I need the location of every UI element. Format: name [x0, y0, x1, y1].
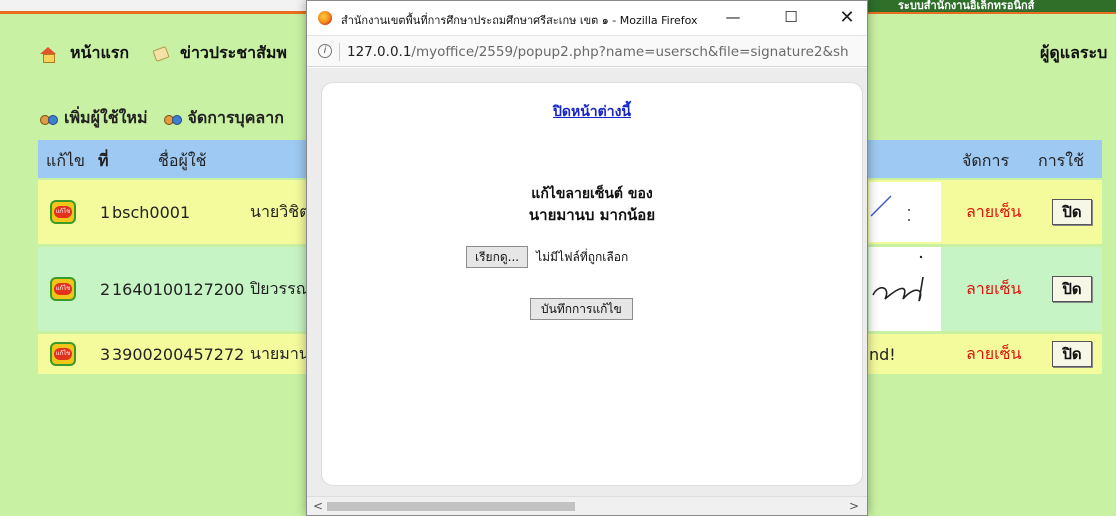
scroll-left-icon[interactable]: <: [313, 499, 323, 513]
signature-image: [869, 182, 941, 242]
nav-admin-label: ผู้ดูแลระบ: [1040, 43, 1108, 62]
manage-staff-link[interactable]: จัดการบุคลาก: [188, 106, 284, 131]
window-close-button[interactable]: ✕: [832, 5, 862, 29]
signature-status: nd!: [869, 344, 896, 364]
edit-icon[interactable]: แก้ไข: [50, 277, 76, 301]
edit-icon-label: แก้ไข: [54, 283, 72, 295]
row-name: นายวิชิต: [250, 201, 310, 221]
row-username: bsch0001: [112, 202, 191, 222]
disable-button[interactable]: ปิด: [1052, 199, 1092, 225]
header-usage: การใช้: [1038, 151, 1084, 170]
close-window-link[interactable]: ปิดหน้าต่างนี้: [322, 101, 862, 123]
row-name: นายมาน: [250, 343, 310, 363]
url-bar[interactable]: i 127.0.0.1/myoffice/2559/popup2.php?nam…: [307, 35, 867, 67]
page-viewport: ปิดหน้าต่างนี้ แก้ไขลายเซ็นต์ ของ นายมาน…: [307, 68, 867, 498]
signature-link[interactable]: ลายเซ็น: [966, 200, 1021, 225]
minimize-button[interactable]: —: [718, 5, 748, 29]
row-name: ปิยวรรณ: [250, 278, 311, 298]
header-no: ที่: [98, 151, 109, 170]
browse-button[interactable]: เรียกดู...: [466, 246, 529, 268]
nav-home[interactable]: หน้าแรก: [40, 41, 129, 66]
user-actions: เพิ่มผู้ใช้ใหม่ จัดการบุคลาก: [40, 106, 284, 131]
url-separator: [339, 43, 340, 61]
header-username: ชื่อผู้ใช้: [158, 151, 207, 170]
info-icon[interactable]: i: [318, 44, 332, 58]
row-username: 1640100127200: [112, 279, 245, 299]
row-number: 2: [100, 279, 111, 299]
window-title: สำนักงานเขตพื้นที่การศึกษาประถมศึกษาศรีส…: [341, 14, 698, 27]
home-icon: [40, 46, 56, 63]
site-banner: ระบบสำนักงานอิเล็กทรอนิกส์: [846, 0, 1116, 12]
url-host: 127.0.0.1: [347, 44, 412, 60]
row-number: 3: [100, 344, 111, 364]
signature-image: [869, 247, 941, 331]
edit-person-name: นายมานบ มากน้อย: [528, 206, 656, 224]
signature-link[interactable]: ลายเซ็น: [966, 342, 1021, 367]
edit-heading: แก้ไขลายเซ็นต์ ของ: [531, 186, 653, 202]
users-icon: [40, 113, 58, 125]
nav-admin[interactable]: ผู้ดูแลระบ: [1040, 41, 1107, 66]
url-path: /myoffice/2559/popup2.php?name=usersch&f…: [411, 44, 849, 60]
add-user-link[interactable]: เพิ่มผู้ใช้ใหม่: [64, 106, 148, 131]
users-icon: [163, 113, 182, 125]
row-number: 1: [100, 202, 111, 222]
signature-link[interactable]: ลายเซ็น: [966, 277, 1021, 302]
header-edit: แก้ไข: [46, 151, 85, 170]
disable-button[interactable]: ปิด: [1052, 276, 1092, 302]
nav-news-label: ข่าวประชาสัมพ: [180, 43, 287, 62]
edit-icon-label: แก้ไข: [54, 206, 72, 218]
row-username: 3900200457272: [112, 344, 245, 364]
file-input: เรียกดู... ไม่มีไฟล์ที่ถูกเลือก: [466, 246, 628, 268]
horizontal-scrollbar[interactable]: < >: [307, 496, 867, 515]
signature-edit-card: ปิดหน้าต่างนี้ แก้ไขลายเซ็นต์ ของ นายมาน…: [321, 82, 863, 486]
firefox-icon: [318, 11, 332, 25]
url-text[interactable]: 127.0.0.1/myoffice/2559/popup2.php?name=…: [347, 44, 859, 60]
nav-home-label: หน้าแรก: [70, 43, 130, 62]
maximize-button[interactable]: ☐: [776, 5, 806, 29]
header-manage: จัดการ: [962, 151, 1010, 170]
edit-icon[interactable]: แก้ไข: [50, 200, 76, 224]
scrollbar-thumb[interactable]: [327, 502, 575, 511]
firefox-popup-window: สำนักงานเขตพื้นที่การศึกษาประถมศึกษาศรีส…: [306, 0, 868, 516]
file-status: ไม่มีไฟล์ที่ถูกเลือก: [536, 249, 629, 264]
save-button[interactable]: บันทึกการแก้ไข: [530, 298, 633, 320]
nav-news[interactable]: ข่าวประชาสัมพ: [152, 41, 287, 66]
edit-icon[interactable]: แก้ไข: [50, 342, 76, 366]
edit-icon-label: แก้ไข: [54, 348, 72, 360]
disable-button[interactable]: ปิด: [1052, 341, 1092, 367]
window-titlebar[interactable]: สำนักงานเขตพื้นที่การศึกษาประถมศึกษาศรีส…: [307, 1, 867, 35]
news-icon: [152, 45, 170, 62]
scroll-right-icon[interactable]: >: [849, 499, 859, 513]
